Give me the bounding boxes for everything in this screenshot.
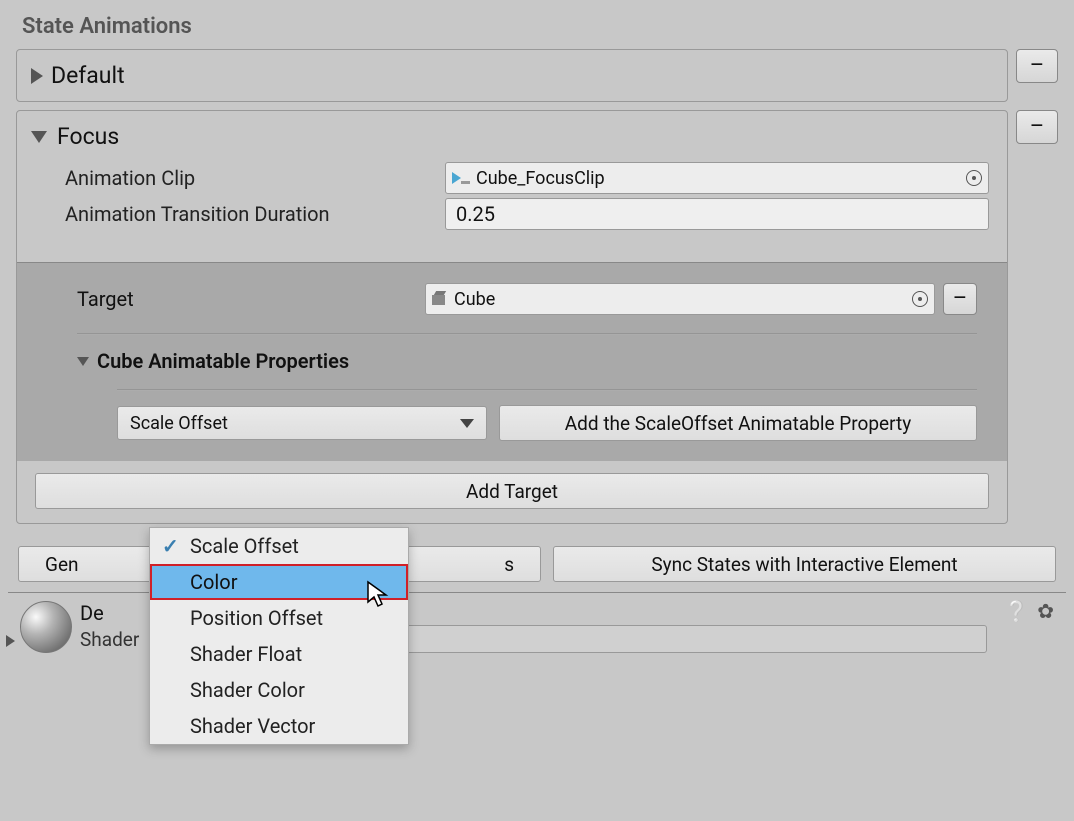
transition-row: Animation Transition Duration 0.25	[65, 198, 989, 230]
generate-label-right: s	[504, 553, 514, 576]
property-selector-row: Scale Offset Add the ScaleOffset Animata…	[117, 405, 977, 441]
gear-icon[interactable]: ✿	[1037, 599, 1054, 623]
props-title: Cube Animatable Properties	[97, 349, 349, 373]
expand-right-icon[interactable]	[31, 68, 43, 84]
default-panel-header[interactable]: Default	[17, 50, 1007, 101]
remove-default-button[interactable]: –	[1016, 49, 1058, 83]
anim-clip-value: Cube_FocusClip	[476, 168, 605, 189]
props-header[interactable]: Cube Animatable Properties	[77, 349, 977, 373]
default-panel-row: Default –	[16, 49, 1058, 102]
property-dropdown[interactable]: Scale Offset	[117, 406, 487, 440]
dropdown-option[interactable]: Color	[150, 564, 408, 600]
sync-button[interactable]: Sync States with Interactive Element	[553, 546, 1056, 582]
target-value: Cube	[454, 289, 495, 310]
help-icon[interactable]: ❔	[1004, 599, 1029, 623]
focus-panel-row: Focus Animation Clip Cube_FocusClip Anim…	[16, 110, 1058, 524]
anim-clip-label: Animation Clip	[65, 166, 445, 190]
object-picker-icon[interactable]	[912, 291, 928, 307]
transition-field[interactable]: 0.25	[445, 198, 989, 230]
divider	[77, 333, 977, 335]
dropdown-option[interactable]: Scale Offset	[150, 528, 408, 564]
anim-clip-field[interactable]: Cube_FocusClip	[445, 162, 989, 194]
transition-label: Animation Transition Duration	[65, 202, 445, 226]
chevron-down-icon	[460, 419, 474, 428]
anim-clip-row: Animation Clip Cube_FocusClip	[65, 162, 989, 194]
dropdown-selected: Scale Offset	[130, 413, 228, 434]
remove-focus-button[interactable]: –	[1016, 110, 1058, 144]
focus-panel-title: Focus	[57, 123, 119, 150]
default-panel: Default	[16, 49, 1008, 102]
remove-target-button[interactable]: –	[943, 283, 977, 315]
divider	[117, 389, 977, 391]
animation-clip-icon	[452, 170, 470, 186]
target-field[interactable]: Cube	[425, 283, 935, 315]
transition-value: 0.25	[456, 202, 495, 226]
target-row: Target Cube –	[77, 283, 977, 315]
gameobject-icon	[432, 291, 448, 307]
target-sub-panel: Target Cube – Cube Animatable Properties	[17, 262, 1007, 461]
property-dropdown-popup: Scale OffsetColorPosition OffsetShader F…	[149, 527, 409, 745]
focus-panel-body: Animation Clip Cube_FocusClip Animation …	[17, 154, 1007, 248]
focus-panel: Focus Animation Clip Cube_FocusClip Anim…	[16, 110, 1008, 524]
focus-panel-header[interactable]: Focus	[17, 111, 1007, 154]
generate-label-left: Gen	[45, 553, 79, 576]
dropdown-option[interactable]: Position Offset	[150, 600, 408, 636]
dropdown-option[interactable]: Shader Color	[150, 672, 408, 708]
expand-right-icon[interactable]	[6, 635, 15, 647]
add-target-button[interactable]: Add Target	[35, 473, 989, 509]
expand-down-icon[interactable]	[77, 357, 89, 366]
object-picker-icon[interactable]	[966, 170, 982, 186]
material-icons: ❔ ✿	[1004, 599, 1054, 623]
default-panel-title: Default	[51, 62, 125, 89]
section-title: State Animations	[22, 14, 1066, 39]
target-label: Target	[77, 287, 417, 311]
dropdown-option[interactable]: Shader Vector	[150, 708, 408, 744]
add-property-button[interactable]: Add the ScaleOffset Animatable Property	[499, 405, 977, 441]
material-preview-icon	[20, 601, 72, 653]
expand-down-icon[interactable]	[31, 131, 47, 143]
shader-label: Shader	[80, 628, 139, 651]
dropdown-option[interactable]: Shader Float	[150, 636, 408, 672]
